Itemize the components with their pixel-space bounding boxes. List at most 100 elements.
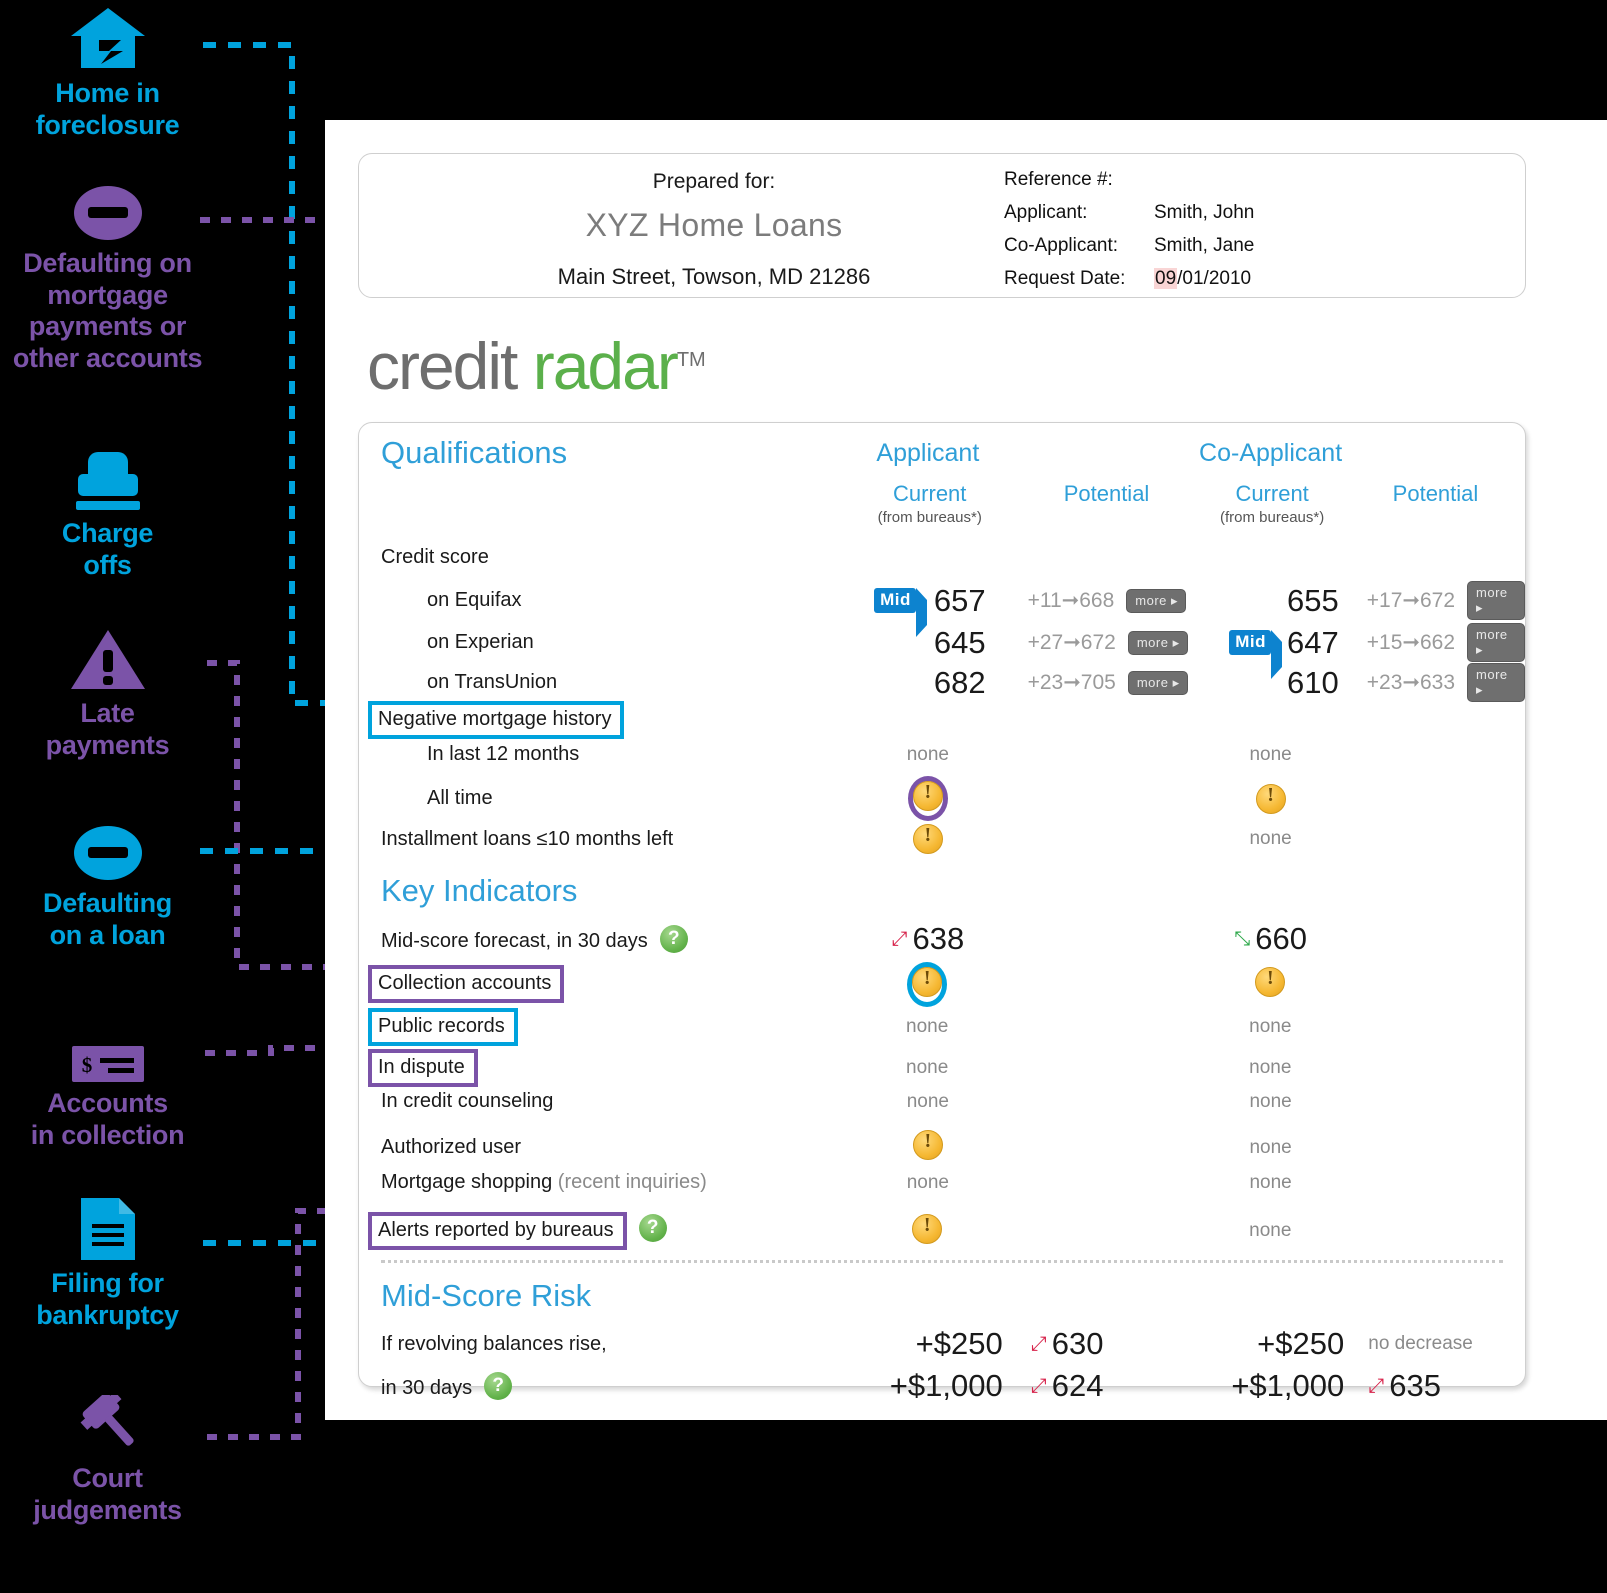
document-icon [0,1190,215,1262]
help-icon[interactable] [484,1372,513,1400]
indicator-highlight-purple[interactable]: In dispute [368,1049,478,1087]
svg-text:$: $ [81,1053,92,1077]
table-row: Mid-score forecast, in 30 days ⤢638 ⤡660 [359,921,1525,957]
applicant-value-cell: ⤢ 638 [843,921,1013,957]
trend-down-icon: ⤢ [1368,1374,1385,1397]
prepared-for-label: Prepared for: [652,170,776,193]
indicator-highlight-blue[interactable]: Public records [368,1008,518,1046]
sidebar-item-label: Defaulting on mortgage payments or other… [12,248,203,373]
applicant-risk-score: 630 [1051,1326,1104,1361]
negative-mortgage-history-label: Negative mortgage history [378,708,612,730]
applicant-potential-value: +23➞705 [1027,671,1116,694]
prepared-for-card: Prepared for: XYZ Home Loans Main Street… [358,153,1526,298]
sidebar-item-accounts-in-collection[interactable]: $ Accounts in collection [0,1010,215,1151]
coapplicant-balance-amount: +$250 [1257,1326,1345,1361]
indicator-label-cell: Alerts reported by bureaus [359,1212,842,1250]
no-entry-icon [0,170,215,242]
coapplicant-risk-score-cell: ⤢ 635 [1344,1368,1525,1404]
applicant-current-cell: 682 [842,665,1014,701]
applicant-bureaus-note: (from bureaus*) [877,509,982,526]
warning-triangle-icon [70,630,145,689]
sidebar-item-late-payments[interactable]: Late payments [0,620,215,761]
applicant-value-cell: none [843,1172,1013,1194]
warning-icon [1255,783,1286,814]
reference-label: Reference #: [1004,169,1113,190]
indicator-highlight-purple[interactable]: Collection accounts [368,965,565,1003]
indicator-label-cell: Public records [359,1008,842,1046]
sidebar-item-charge-offs[interactable]: Charge offs [0,440,215,581]
stamp-icon [75,452,140,510]
coapplicant-potential-value: +17➞672 [1366,589,1456,612]
sidebar-item-home-in-foreclosure[interactable]: Home in foreclosure [0,0,215,141]
applicant-amount-cell: +$1,000 [842,1368,1012,1404]
logo-tm: TM [676,349,706,371]
document-icon [80,1198,135,1260]
negative-mortgage-history-highlight[interactable]: Negative mortgage history [368,701,625,739]
applicant-name: Smith, John [1154,202,1255,223]
applicant-amount-cell: +$250 [842,1326,1012,1362]
table-row: Collection accounts [359,965,1525,1003]
applicant-potential-cell: +23➞705 more ▸ [1014,670,1198,695]
sidebar-item-defaulting-on-a-loan[interactable]: Defaulting on a loan [0,810,215,951]
sidebar-item-label: Charge offs [61,518,154,580]
coapplicant-risk-score-cell: no decrease [1344,1333,1525,1355]
key-indicators-header-row: Key Indicators [359,873,1525,909]
coapplicant-risk-score: 635 [1389,1368,1441,1403]
more-button[interactable]: more ▸ [1127,670,1188,695]
applicant-current-score: 682 [933,664,986,700]
no-entry-icon [73,826,142,880]
coapplicant-potential-cell: +15➞662 more ▸ [1345,623,1525,662]
more-button[interactable]: more ▸ [1126,588,1187,613]
table-row: in 30 days +$1,000 ⤢624 +$1,000 ⤢635 [359,1368,1525,1404]
more-button[interactable]: more ▸ [1467,663,1525,702]
applicant-balance-amount: +$1,000 [889,1368,1003,1403]
coapplicant-column-header: Co-Applicant [1199,438,1343,467]
indicator-label-cell: In dispute [359,1049,842,1087]
value-none: none [906,743,949,765]
sidebar-item-label: Home in foreclosure [35,78,180,140]
coapplicant-potential-cell: +23➞633 more ▸ [1345,663,1525,702]
applicant-value-cell [842,1213,1012,1249]
company-name: XYZ Home Loans [585,207,843,243]
sidebar-item-filing-for-bankruptcy[interactable]: Filing for bankruptcy [0,1190,215,1331]
section-divider [381,1260,1503,1263]
trend-down-icon: ⤢ [1030,1332,1047,1355]
applicant-value-cell [842,966,1012,1002]
table-row: If revolving balances rise, +$250 ⤢ 630 +… [359,1326,1525,1362]
help-icon[interactable] [659,925,688,953]
risk-label-cell: in 30 days [359,1372,842,1400]
sidebar-item-court-judgements[interactable]: Court judgements [0,1385,215,1526]
more-button[interactable]: more ▸ [1467,581,1525,620]
logo-radar: radar [532,329,679,403]
logo-credit: credit [367,329,533,403]
warning-icon [912,1213,943,1244]
indicator-label: In credit counseling [381,1090,554,1112]
house-icon [70,8,145,68]
coapplicant-potential-header: Potential [1346,481,1525,507]
coapplicant-potential-value: +15➞662 [1366,631,1456,654]
coapplicant-current-cell: 655 [1197,583,1344,619]
help-icon[interactable] [638,1214,667,1242]
sidebar-item-defaulting-on-mortgage-payments-or-other-accounts[interactable]: Defaulting on mortgage payments or other… [0,170,215,374]
applicant-potential-header: Potential [1015,481,1199,507]
value-none: none [1249,1171,1292,1193]
indicator-highlight-purple[interactable]: Alerts reported by bureaus [368,1212,627,1250]
installment-loans-label-cell: Installment loans ≤10 months left [359,828,843,851]
negative-mortgage-label-cell[interactable]: Negative mortgage history [359,701,899,739]
warning-triangle-icon [0,620,215,692]
bureau-label: on Equifax [427,589,522,611]
indicator-label-cell: Mortgage shopping (recent inquiries) [359,1171,843,1194]
coapplicant-current-score: 610 [1287,664,1339,700]
warning-icon [912,824,943,854]
installment-applicant-cell [843,824,1013,854]
neg-sub-label: All time [427,787,493,809]
more-button[interactable]: more ▸ [1127,630,1188,655]
applicant-value-cell: none [842,1057,1012,1079]
applicant-value-cell [843,781,1013,816]
installment-coapplicant-value: none [1249,828,1292,849]
house-icon [0,0,215,72]
applicant-label: Applicant: [1004,202,1088,223]
request-date-row: Request Date: 09/01/2010 [1004,268,1254,290]
more-button[interactable]: more ▸ [1467,623,1525,662]
coapplicant-value-cell: none [1197,1016,1344,1038]
